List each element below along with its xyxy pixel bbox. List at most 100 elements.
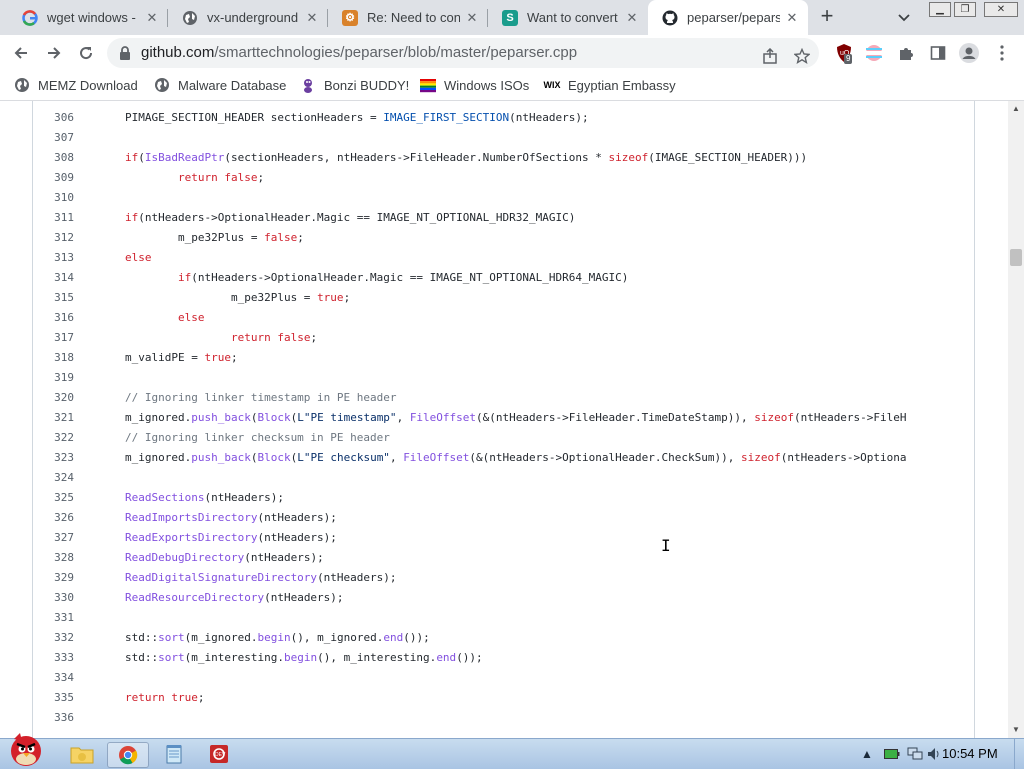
line-number[interactable]: 336 [33,708,74,728]
code-line: 326 ReadImportsDirectory(ntHeaders); [33,508,974,528]
code-line: 309 return false; [33,168,974,188]
line-number[interactable]: 315 [33,288,74,308]
tray-expand-icon[interactable]: ▲ [861,746,873,762]
restore-button[interactable]: ❐ [954,2,976,17]
line-number[interactable]: 324 [33,468,74,488]
code-text: if(IsBadReadPtr(sectionHeaders, ntHeader… [125,151,808,164]
taskbar-clock[interactable]: 10:54 PM [942,746,998,761]
line-number[interactable]: 310 [33,188,74,208]
taskbar-dev-app[interactable]: DEV [199,742,239,766]
more-menu-icon[interactable] [992,43,1012,63]
close-window-button[interactable]: ✕ [984,2,1018,17]
line-number[interactable]: 313 [33,248,74,268]
close-icon[interactable]: ✕ [144,10,160,26]
line-number[interactable]: 309 [33,168,74,188]
line-number[interactable]: 325 [33,488,74,508]
code-text: else [125,251,152,264]
reload-button[interactable] [74,41,98,65]
back-button[interactable] [9,41,33,65]
line-number[interactable]: 318 [33,348,74,368]
taskbar: DEV ▲ 10:54 PM [0,733,1024,769]
colorful-extension-icon[interactable] [864,43,884,63]
taskbar-explorer[interactable] [62,742,102,766]
code-text: ReadDebugDirectory(ntHeaders); [125,551,324,564]
side-panel-icon[interactable] [928,43,948,63]
bookmark-windows-isos[interactable]: Windows ISOs [420,76,529,94]
line-number[interactable]: 312 [33,228,74,248]
code-line: 315 m_pe32Plus = true; [33,288,974,308]
code-text: if(ntHeaders->OptionalHeader.Magic == IM… [177,271,629,284]
code-line: 310 [33,188,974,208]
code-text: m_ignored.push_back(Block(L"PE timestamp… [125,411,907,424]
ublock-extension-icon[interactable]: uO 9 [834,43,854,64]
bookmark-egyptian-embassy[interactable]: WIX Egyptian Embassy [544,76,676,94]
bookmark-label: Malware Database [178,77,287,93]
angry-bird-icon [11,733,41,766]
tab-peparser[interactable]: peparser/pepars ✕ [648,0,808,35]
code-line: 307 [33,128,974,148]
tab-forum[interactable]: ⚙ Re: Need to con ✕ [328,0,488,35]
taskbar-chrome[interactable] [107,742,149,768]
code-line: 329 ReadDigitalSignatureDirectory(ntHeade… [33,568,974,588]
code-line: 318 m_validPE = true; [33,348,974,368]
line-number[interactable]: 317 [33,328,74,348]
line-number[interactable]: 327 [33,528,74,548]
tab-search-button[interactable] [893,8,915,28]
scroll-up-arrow-icon[interactable]: ▲ [1008,101,1024,117]
line-number[interactable]: 330 [33,588,74,608]
line-number[interactable]: 307 [33,128,74,148]
line-number[interactable]: 319 [33,368,74,388]
puzzle-icon[interactable] [896,43,916,63]
line-number[interactable]: 331 [33,608,74,628]
close-icon[interactable]: ✕ [784,10,800,26]
network-icon[interactable] [907,746,923,762]
line-number[interactable]: 335 [33,688,74,708]
bookmark-malware-database[interactable]: Malware Database [154,76,286,94]
line-number[interactable]: 334 [33,668,74,688]
bonzi-icon [300,77,316,93]
line-number[interactable]: 314 [33,268,74,288]
close-icon[interactable]: ✕ [304,10,320,26]
line-number[interactable]: 320 [33,388,74,408]
bookmark-label: Egyptian Embassy [568,77,676,93]
new-tab-button[interactable]: + [815,5,839,29]
line-number[interactable]: 322 [33,428,74,448]
start-button[interactable] [2,731,50,767]
line-number[interactable]: 326 [33,508,74,528]
line-number[interactable]: 305 [33,101,74,108]
line-number[interactable]: 311 [33,208,74,228]
show-desktop-button[interactable] [1014,739,1024,769]
line-number[interactable]: 306 [33,108,74,128]
taskbar-notepad[interactable] [154,742,194,766]
profile-avatar-icon[interactable] [959,43,979,63]
address-bar[interactable]: github.com/smarttechnologies/peparser/bl… [107,38,819,68]
line-number[interactable]: 321 [33,408,74,428]
tab-vx-underground[interactable]: vx-underground ✕ [168,0,328,35]
scroll-down-arrow-icon[interactable]: ▼ [1008,722,1024,738]
line-number[interactable]: 329 [33,568,74,588]
share-icon[interactable] [761,47,779,65]
globe-icon [154,77,170,93]
bookmark-bonzi[interactable]: Bonzi BUDDY! [300,76,409,94]
vertical-scrollbar[interactable]: ▲ ▼ [1008,101,1024,738]
bookmark-memz[interactable]: MEMZ Download [14,76,138,94]
battery-icon[interactable] [884,746,900,762]
bookmark-star-icon[interactable] [793,47,811,65]
line-number[interactable]: 323 [33,448,74,468]
tab-wget[interactable]: wget windows - ✕ [8,0,168,35]
line-number[interactable]: 316 [33,308,74,328]
line-number[interactable]: 332 [33,628,74,648]
line-number[interactable]: 308 [33,148,74,168]
scrollbar-thumb[interactable] [1010,249,1022,266]
code-line: 311 if(ntHeaders->OptionalHeader.Magic ==… [33,208,974,228]
close-icon[interactable]: ✕ [624,10,640,26]
forward-button[interactable] [42,41,66,65]
volume-icon[interactable] [927,746,941,762]
close-icon[interactable]: ✕ [464,10,480,26]
minimize-button[interactable]: ▁ [929,2,951,17]
line-number[interactable]: 328 [33,548,74,568]
code-line: 330 ReadResourceDirectory(ntHeaders); [33,588,974,608]
tab-convert[interactable]: S Want to convert ✕ [488,0,648,35]
line-number[interactable]: 333 [33,648,74,668]
chevron-down-icon [898,14,910,22]
